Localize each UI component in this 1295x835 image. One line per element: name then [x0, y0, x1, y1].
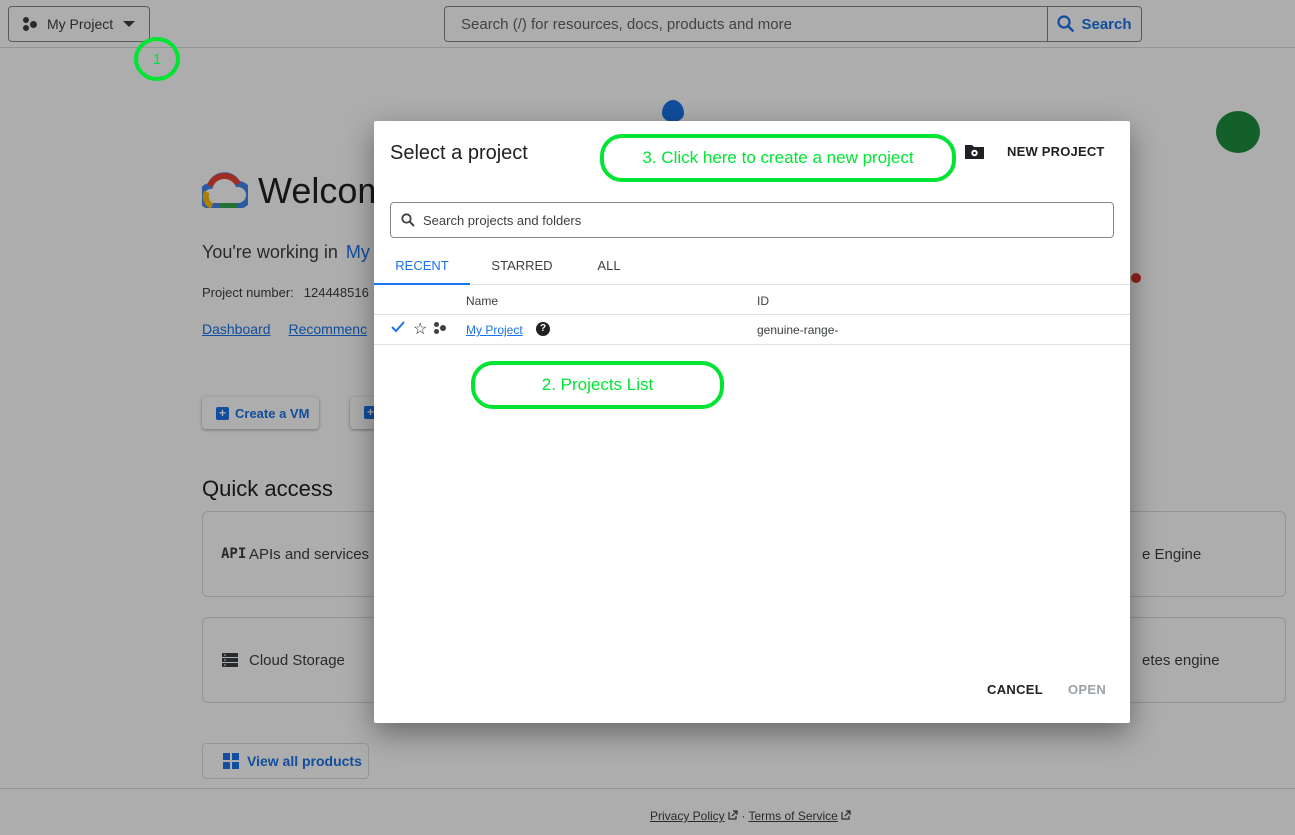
- dialog-title: Select a project: [390, 142, 528, 164]
- annotation-step-2: 2. Projects List: [471, 361, 724, 409]
- star-icon[interactable]: ☆: [413, 319, 427, 339]
- cancel-button[interactable]: CANCEL: [987, 682, 1043, 697]
- new-folder-icon: [965, 145, 984, 159]
- project-search: [390, 202, 1114, 238]
- annotation-step-3: 3. Click here to create a new project: [600, 134, 956, 182]
- project-name-link[interactable]: My Project: [466, 323, 523, 337]
- project-id: genuine-range-: [757, 323, 839, 337]
- tab-all[interactable]: ALL: [588, 249, 630, 285]
- column-header-id[interactable]: ID: [757, 294, 769, 308]
- project-tabs: RECENT STARRED ALL: [374, 249, 1130, 285]
- check-icon: [391, 321, 405, 333]
- search-icon: [401, 213, 415, 227]
- select-project-dialog: Select a project NEW PROJECT RECENT STAR…: [374, 121, 1130, 723]
- new-project-label: NEW PROJECT: [1007, 144, 1105, 159]
- open-button[interactable]: OPEN: [1068, 682, 1106, 697]
- help-icon[interactable]: ?: [536, 322, 550, 336]
- new-project-button[interactable]: NEW PROJECT: [964, 143, 1105, 160]
- project-search-input[interactable]: [423, 212, 1113, 228]
- project-icon: [434, 322, 448, 336]
- column-header-name[interactable]: Name: [466, 294, 498, 308]
- tab-starred[interactable]: STARRED: [484, 249, 560, 285]
- annotation-step-1: 1: [134, 37, 180, 81]
- tab-recent[interactable]: RECENT: [374, 249, 470, 285]
- table-row[interactable]: ☆ My Project ? genuine-range-: [374, 314, 1130, 345]
